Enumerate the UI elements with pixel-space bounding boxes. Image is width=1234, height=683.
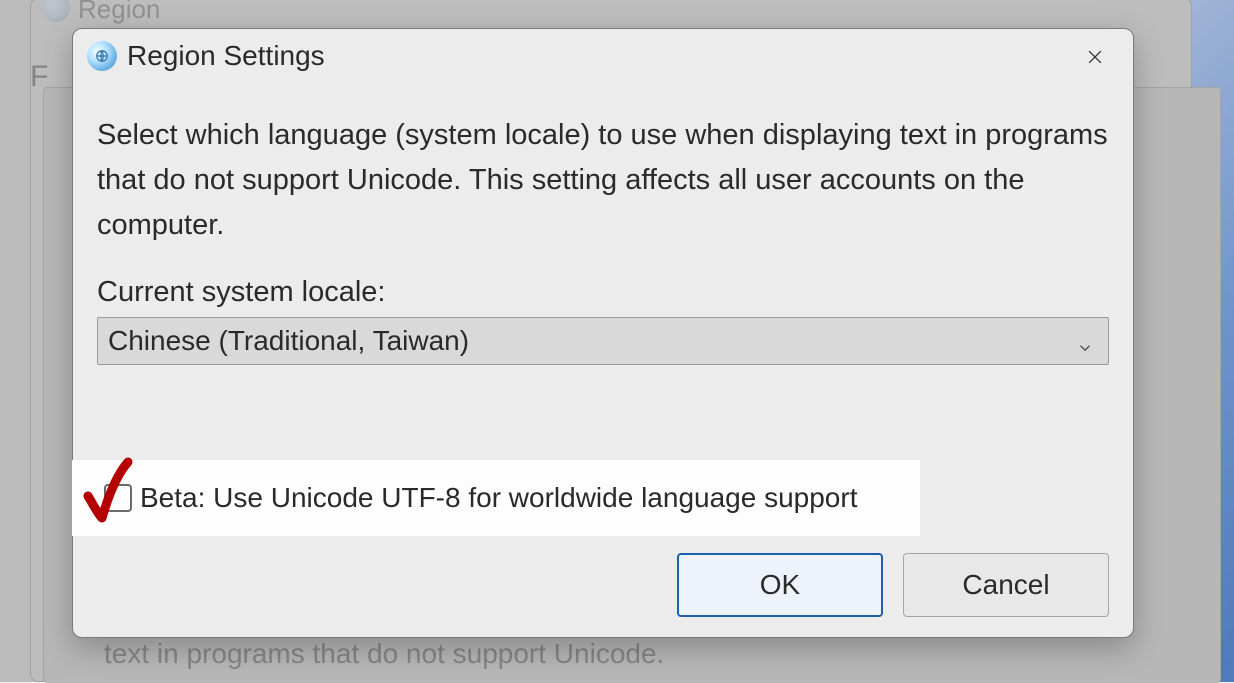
cancel-button[interactable]: Cancel [903, 553, 1109, 617]
utf8-checkbox-row[interactable]: Beta: Use Unicode UTF-8 for worldwide la… [72, 460, 920, 536]
system-locale-label: Current system locale: [97, 276, 1109, 309]
system-locale-dropdown[interactable]: Chinese (Traditional, Taiwan) [97, 317, 1109, 365]
close-button[interactable] [1075, 41, 1115, 73]
chevron-down-icon [1076, 332, 1094, 350]
dialog-content: Select which language (system locale) to… [73, 83, 1133, 365]
utf8-checkbox-label: Beta: Use Unicode UTF-8 for worldwide la… [140, 482, 857, 514]
dialog-title: Region Settings [127, 40, 325, 72]
system-locale-value: Chinese (Traditional, Taiwan) [108, 325, 469, 357]
dialog-titlebar: Region Settings [73, 29, 1133, 83]
globe-icon [87, 41, 117, 71]
utf8-checkbox[interactable] [104, 484, 132, 512]
dialog-button-row: OK Cancel [677, 553, 1109, 617]
dialog-description: Select which language (system locale) to… [97, 113, 1109, 248]
region-settings-dialog: Region Settings Select which language (s… [72, 28, 1134, 638]
ok-button[interactable]: OK [677, 553, 883, 617]
